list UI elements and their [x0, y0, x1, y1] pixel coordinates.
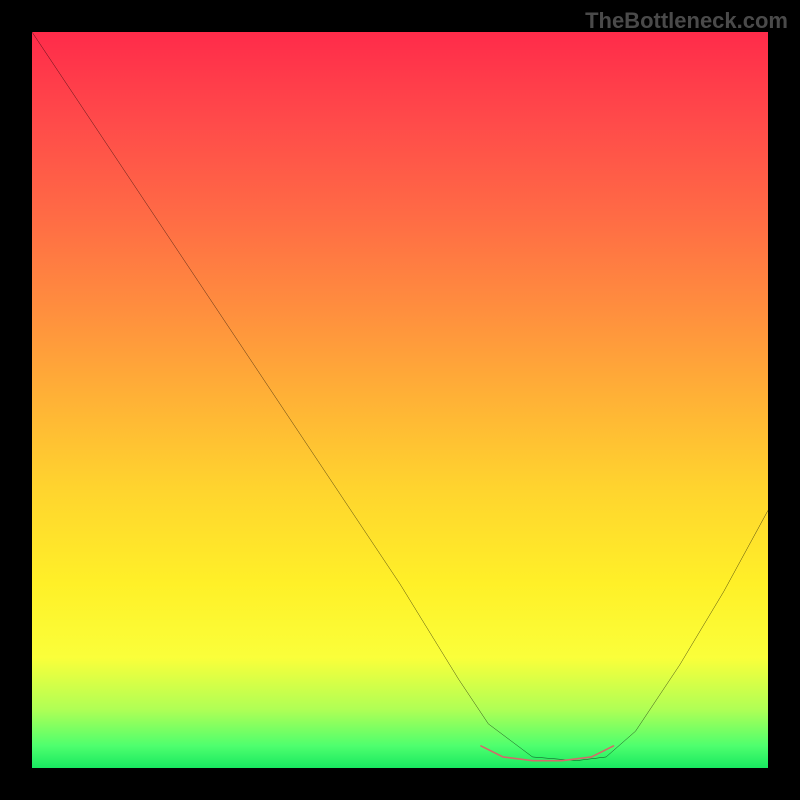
chart-plot-area: [32, 32, 768, 768]
bottleneck-curve-path: [32, 32, 768, 761]
watermark-text: TheBottleneck.com: [585, 8, 788, 34]
chart-inner: [32, 32, 768, 768]
chart-svg-layer: [32, 32, 768, 768]
